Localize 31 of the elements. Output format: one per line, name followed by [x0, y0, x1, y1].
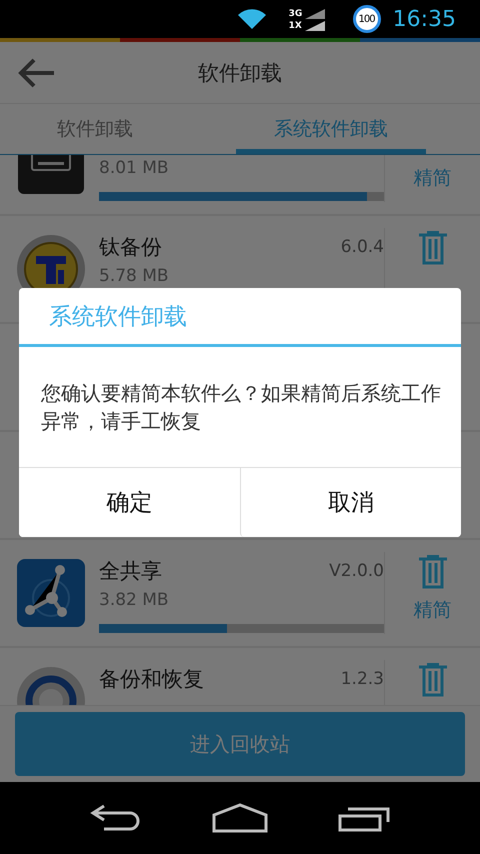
slim-link[interactable]: 精简 — [414, 165, 452, 191]
app-size: 5.78 MB — [99, 266, 170, 286]
tab[interactable]: 软件卸载 — [0, 104, 190, 154]
back-arrow-icon[interactable] — [18, 58, 56, 88]
battery-indicator: 100 — [352, 5, 381, 33]
signal-icon — [304, 21, 325, 31]
molecule-app-icon — [16, 558, 86, 628]
trash-icon[interactable] — [418, 231, 448, 265]
app-name: 钛备份 — [99, 234, 162, 261]
screen-title: 软件卸载 — [197, 60, 283, 86]
trash-icon[interactable] — [418, 663, 448, 697]
network-label: 3G — [288, 9, 303, 19]
dialog-button[interactable]: 取消 — [240, 468, 461, 537]
recycle-bin-button[interactable]: 进入回收站 — [15, 712, 465, 776]
app-name: 备份和恢复 — [99, 666, 204, 693]
slim-link[interactable]: 精简 — [414, 597, 452, 623]
home-icon[interactable] — [212, 803, 268, 833]
app-version: V2.0.0 — [329, 561, 384, 581]
wifi-icon — [236, 8, 267, 30]
dialog-message: 您确认要精简本软件么？如果精简后系统工作异常，请手工恢复 — [40, 380, 442, 435]
dialog-title: 系统软件卸载 — [19, 288, 461, 347]
trash-icon[interactable] — [418, 555, 448, 589]
network-label: 1X — [288, 21, 303, 31]
app-version: 1.2.3 — [340, 669, 384, 689]
back-icon[interactable] — [90, 804, 142, 832]
clock: 16:35 — [392, 6, 456, 32]
signal-icon — [304, 9, 325, 19]
app-size: 8.01 MB — [99, 158, 170, 178]
app-size: 3.82 MB — [99, 590, 170, 610]
app-name: 全共享 — [99, 558, 162, 585]
app-version: 6.0.4 — [340, 237, 384, 257]
